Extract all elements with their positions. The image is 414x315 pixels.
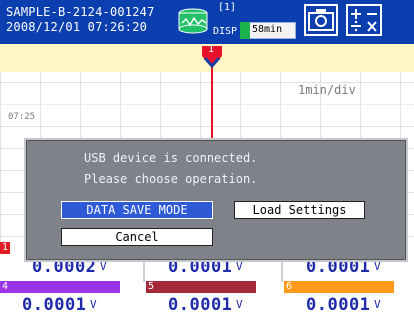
channel-unit: V [374, 260, 381, 273]
data-save-mode-button[interactable]: DATA SAVE MODE [61, 201, 213, 219]
device-id: SAMPLE-B-2124-001247 [6, 5, 155, 19]
display-label: DISP [213, 26, 238, 37]
channel-unit: V [236, 260, 243, 273]
math-calc-icon[interactable] [346, 4, 382, 36]
channel-value: 0.0001 [306, 295, 371, 315]
channel-number: 4 [2, 281, 9, 292]
channel-marker-icon: 1 [200, 44, 224, 69]
channel-number: 6 [286, 281, 293, 292]
channel-cell-6: 6 0.0001 V [284, 281, 414, 315]
snapshot-camera-icon[interactable] [304, 4, 338, 36]
channel-indicator: [1] [218, 2, 237, 13]
channel-number: 1 [2, 242, 9, 253]
dialog-message-line1: USB device is connected. [84, 151, 258, 165]
dialog-message-line2: Please choose operation. [84, 172, 258, 186]
memory-drum-icon[interactable] [175, 5, 211, 41]
channel-color-bar [0, 281, 120, 293]
time-progress-fill [240, 22, 250, 39]
channel-number: 5 [148, 281, 155, 292]
channel-value: 0.0001 [168, 295, 233, 315]
channel-color-bar [284, 281, 394, 293]
column-divider [281, 262, 283, 282]
channel-cell-4: 4 0.0001 V [0, 281, 138, 315]
current-datetime: 2008/12/01 07:26:20 [6, 20, 148, 34]
grid-divider [0, 104, 414, 105]
load-settings-button[interactable]: Load Settings [234, 201, 365, 219]
time-scale-label: 1min/div [298, 83, 356, 97]
channel-unit: V [100, 260, 107, 273]
channel-value: 0.0001 [22, 295, 87, 315]
time-per-screen: 58min [252, 24, 283, 35]
channel-unit: V [374, 298, 381, 311]
time-tick-label: 07:25 [8, 112, 36, 122]
marker-label: 1 [208, 44, 215, 55]
channel-unit: V [90, 298, 97, 311]
cancel-button[interactable]: Cancel [61, 228, 213, 246]
channel-unit: V [236, 298, 243, 311]
channel-cell-5: 5 0.0001 V [146, 281, 284, 315]
channel-color-bar [146, 281, 256, 293]
column-divider [143, 262, 145, 282]
